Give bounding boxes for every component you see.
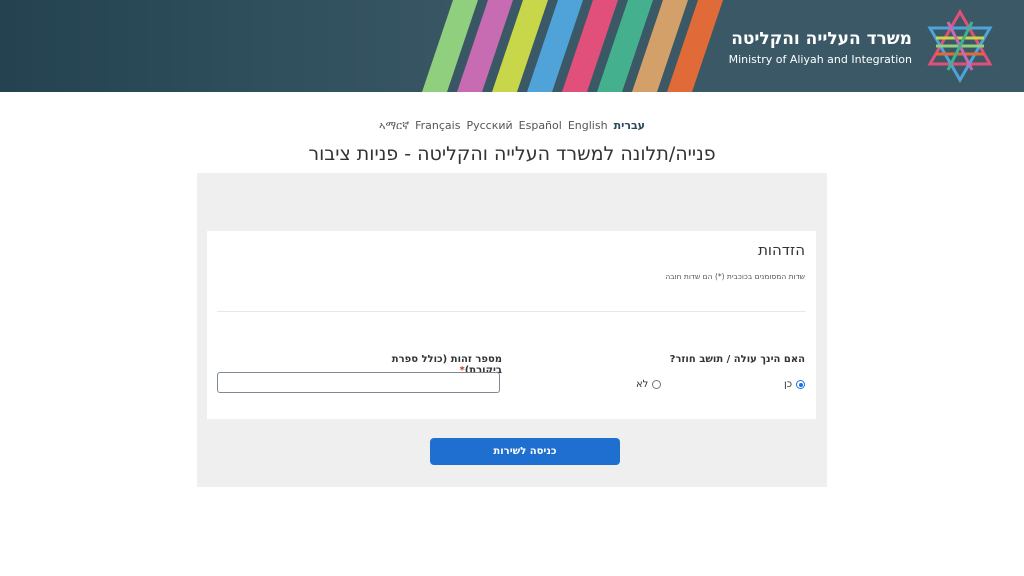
lang-french[interactable]: Français (415, 119, 460, 133)
ministry-logo-icon (927, 8, 993, 84)
lang-amharic[interactable]: ኣማርኛ (379, 119, 409, 133)
lang-russian[interactable]: Русский (466, 119, 512, 133)
section-title: הזדהות (758, 241, 805, 259)
lang-english[interactable]: English (568, 119, 608, 133)
language-selector: ኣማርኛ Français Русский Español English עב… (0, 119, 1024, 133)
ministry-name-hebrew: משרד העלייה והקליטה (731, 29, 912, 49)
page-title: פנייה/תלונה למשרד העלייה והקליטה - פניות… (308, 143, 716, 165)
ministry-name-english: Ministry of Aliyah and Integration (728, 53, 912, 66)
oleh-question-label: האם הינך עולה / תושב חוזר? (669, 354, 805, 365)
radio-option-no[interactable]: לא (636, 379, 662, 390)
lang-spanish[interactable]: Español (519, 119, 562, 133)
radio-no-label: לא (636, 379, 649, 390)
identification-card: הזדהות שדות המסומנים בכוכבית (*) הם שדות… (207, 231, 816, 419)
radio-no-button[interactable] (652, 380, 662, 389)
site-header: משרד העלייה והקליטה Ministry of Aliyah a… (0, 0, 1024, 92)
radio-option-yes[interactable]: כן (784, 379, 805, 390)
id-number-input[interactable] (217, 372, 500, 393)
radio-yes-label: כן (783, 379, 792, 390)
lang-hebrew[interactable]: עברית (614, 119, 645, 133)
ministry-brand: משרד העלייה והקליטה Ministry of Aliyah a… (729, 28, 912, 66)
section-divider (217, 311, 806, 312)
radio-yes-button[interactable] (796, 380, 805, 389)
required-fields-note: שדות המסומנים בכוכבית (*) הם שדות חובה (665, 272, 805, 281)
form-container: הזדהות שדות המסומנים בכוכבית (*) הם שדות… (197, 173, 827, 487)
enter-service-button[interactable]: כניסה לשירות (430, 438, 620, 465)
